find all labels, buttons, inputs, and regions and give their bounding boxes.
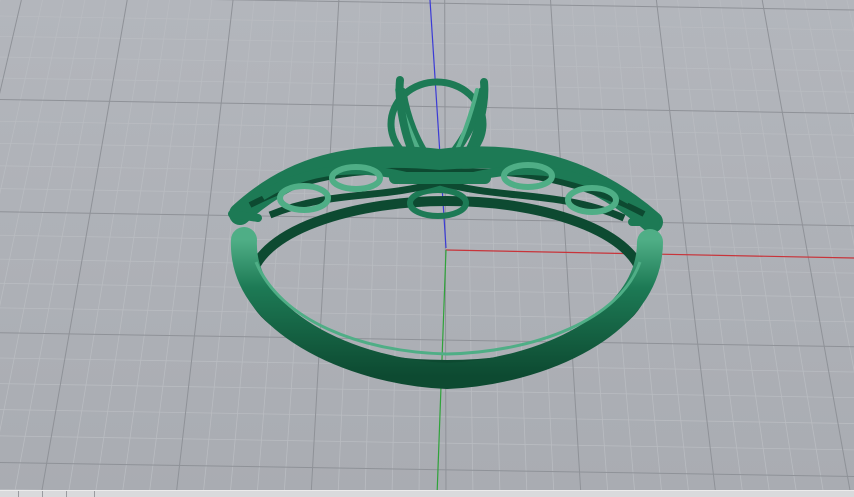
3d-viewport[interactable]: [0, 0, 854, 496]
status-divider: [18, 491, 19, 497]
status-divider: [94, 491, 95, 497]
viewport-canvas[interactable]: [0, 0, 854, 496]
status-divider: [66, 491, 67, 497]
status-divider: [42, 491, 43, 497]
